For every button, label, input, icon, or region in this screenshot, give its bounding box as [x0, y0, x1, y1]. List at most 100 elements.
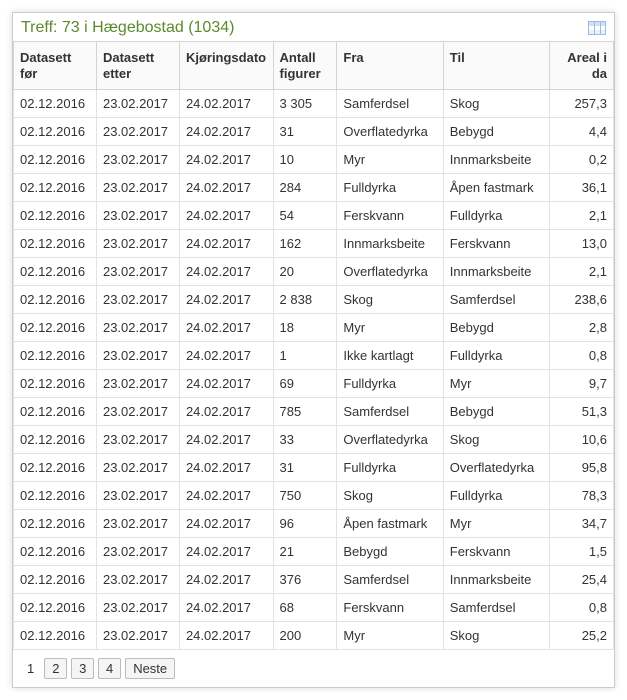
table-row[interactable]: 02.12.201623.02.201724.02.2017376Samferd…	[14, 566, 614, 594]
cell-til: Overflatedyrka	[443, 454, 549, 482]
cell-til: Myr	[443, 510, 549, 538]
cell-kjoringsdato: 24.02.2017	[179, 230, 273, 258]
cell-fra: Åpen fastmark	[337, 510, 443, 538]
cell-til: Skog	[443, 426, 549, 454]
cell-datasett_for: 02.12.2016	[14, 230, 97, 258]
cell-kjoringsdato: 24.02.2017	[179, 90, 273, 118]
cell-antall_figurer: 3 305	[273, 90, 337, 118]
cell-datasett_for: 02.12.2016	[14, 510, 97, 538]
cell-kjoringsdato: 24.02.2017	[179, 426, 273, 454]
table-row[interactable]: 02.12.201623.02.201724.02.201768Ferskvan…	[14, 594, 614, 622]
table-row[interactable]: 02.12.201623.02.201724.02.201733Overflat…	[14, 426, 614, 454]
table-row[interactable]: 02.12.201623.02.201724.02.201720Overflat…	[14, 258, 614, 286]
cell-datasett_for: 02.12.2016	[14, 342, 97, 370]
cell-fra: Ferskvann	[337, 594, 443, 622]
table-row[interactable]: 02.12.201623.02.201724.02.20171Ikke kart…	[14, 342, 614, 370]
table-row[interactable]: 02.12.201623.02.201724.02.201721BebygdFe…	[14, 538, 614, 566]
cell-datasett_for: 02.12.2016	[14, 538, 97, 566]
cell-datasett_for: 02.12.2016	[14, 398, 97, 426]
cell-til: Bebygd	[443, 314, 549, 342]
cell-datasett_etter: 23.02.2017	[96, 594, 179, 622]
table-row[interactable]: 02.12.201623.02.201724.02.20172 838SkogS…	[14, 286, 614, 314]
cell-fra: Myr	[337, 146, 443, 174]
cell-datasett_etter: 23.02.2017	[96, 314, 179, 342]
cell-datasett_for: 02.12.2016	[14, 174, 97, 202]
cell-kjoringsdato: 24.02.2017	[179, 566, 273, 594]
cell-areal_i_da: 4,4	[550, 118, 614, 146]
cell-til: Skog	[443, 622, 549, 650]
cell-kjoringsdato: 24.02.2017	[179, 314, 273, 342]
cell-antall_figurer: 2 838	[273, 286, 337, 314]
cell-fra: Ferskvann	[337, 202, 443, 230]
table-row[interactable]: 02.12.201623.02.201724.02.201718MyrBebyg…	[14, 314, 614, 342]
column-header-datasett_for[interactable]: Datasett før	[14, 42, 97, 90]
cell-antall_figurer: 284	[273, 174, 337, 202]
cell-areal_i_da: 36,1	[550, 174, 614, 202]
cell-areal_i_da: 238,6	[550, 286, 614, 314]
table-row[interactable]: 02.12.201623.02.201724.02.2017785Samferd…	[14, 398, 614, 426]
cell-datasett_for: 02.12.2016	[14, 146, 97, 174]
cell-fra: Myr	[337, 314, 443, 342]
cell-datasett_for: 02.12.2016	[14, 426, 97, 454]
panel-header: Treff: 73 i Hægebostad (1034)	[13, 13, 614, 41]
cell-kjoringsdato: 24.02.2017	[179, 342, 273, 370]
cell-areal_i_da: 2,1	[550, 258, 614, 286]
table-row[interactable]: 02.12.201623.02.201724.02.201796Åpen fas…	[14, 510, 614, 538]
table-row[interactable]: 02.12.201623.02.201724.02.2017200MyrSkog…	[14, 622, 614, 650]
table-row[interactable]: 02.12.201623.02.201724.02.2017284Fulldyr…	[14, 174, 614, 202]
cell-datasett_etter: 23.02.2017	[96, 174, 179, 202]
cell-antall_figurer: 785	[273, 398, 337, 426]
results-panel: Treff: 73 i Hægebostad (1034) Datasett f…	[12, 12, 615, 688]
cell-areal_i_da: 13,0	[550, 230, 614, 258]
column-header-kjoringsdato[interactable]: Kjøringsdato	[179, 42, 273, 90]
cell-fra: Fulldyrka	[337, 370, 443, 398]
table-row[interactable]: 02.12.201623.02.201724.02.201754Ferskvan…	[14, 202, 614, 230]
cell-fra: Overflatedyrka	[337, 258, 443, 286]
cell-datasett_etter: 23.02.2017	[96, 146, 179, 174]
cell-fra: Fulldyrka	[337, 454, 443, 482]
cell-datasett_for: 02.12.2016	[14, 594, 97, 622]
column-header-antall_figurer[interactable]: Antall figurer	[273, 42, 337, 90]
cell-areal_i_da: 0,8	[550, 342, 614, 370]
cell-til: Fulldyrka	[443, 202, 549, 230]
cell-fra: Skog	[337, 286, 443, 314]
pager: 1 2 3 4 Neste	[13, 650, 614, 687]
cell-fra: Ikke kartlagt	[337, 342, 443, 370]
pager-page-2[interactable]: 2	[44, 658, 67, 679]
cell-datasett_etter: 23.02.2017	[96, 426, 179, 454]
table-row[interactable]: 02.12.201623.02.201724.02.201731Overflat…	[14, 118, 614, 146]
cell-antall_figurer: 750	[273, 482, 337, 510]
cell-til: Åpen fastmark	[443, 174, 549, 202]
cell-datasett_etter: 23.02.2017	[96, 510, 179, 538]
cell-areal_i_da: 0,2	[550, 146, 614, 174]
pager-page-3[interactable]: 3	[71, 658, 94, 679]
column-header-fra[interactable]: Fra	[337, 42, 443, 90]
table-row[interactable]: 02.12.201623.02.201724.02.20173 305Samfe…	[14, 90, 614, 118]
cell-antall_figurer: 31	[273, 118, 337, 146]
column-header-til[interactable]: Til	[443, 42, 549, 90]
cell-datasett_etter: 23.02.2017	[96, 118, 179, 146]
cell-antall_figurer: 162	[273, 230, 337, 258]
table-row[interactable]: 02.12.201623.02.201724.02.201769Fulldyrk…	[14, 370, 614, 398]
table-row[interactable]: 02.12.201623.02.201724.02.201710MyrInnma…	[14, 146, 614, 174]
cell-kjoringsdato: 24.02.2017	[179, 202, 273, 230]
table-row[interactable]: 02.12.201623.02.201724.02.201731Fulldyrk…	[14, 454, 614, 482]
cell-datasett_etter: 23.02.2017	[96, 566, 179, 594]
cell-areal_i_da: 9,7	[550, 370, 614, 398]
cell-areal_i_da: 78,3	[550, 482, 614, 510]
pager-next-button[interactable]: Neste	[125, 658, 175, 679]
table-icon[interactable]	[588, 21, 606, 35]
table-row[interactable]: 02.12.201623.02.201724.02.2017162Innmark…	[14, 230, 614, 258]
cell-datasett_etter: 23.02.2017	[96, 482, 179, 510]
column-header-areal_i_da[interactable]: Areal i da	[550, 42, 614, 90]
cell-kjoringsdato: 24.02.2017	[179, 286, 273, 314]
table-row[interactable]: 02.12.201623.02.201724.02.2017750SkogFul…	[14, 482, 614, 510]
cell-antall_figurer: 200	[273, 622, 337, 650]
cell-antall_figurer: 33	[273, 426, 337, 454]
pager-page-4[interactable]: 4	[98, 658, 121, 679]
cell-fra: Skog	[337, 482, 443, 510]
cell-kjoringsdato: 24.02.2017	[179, 370, 273, 398]
cell-til: Bebygd	[443, 398, 549, 426]
cell-kjoringsdato: 24.02.2017	[179, 398, 273, 426]
column-header-datasett_etter[interactable]: Datasett etter	[96, 42, 179, 90]
